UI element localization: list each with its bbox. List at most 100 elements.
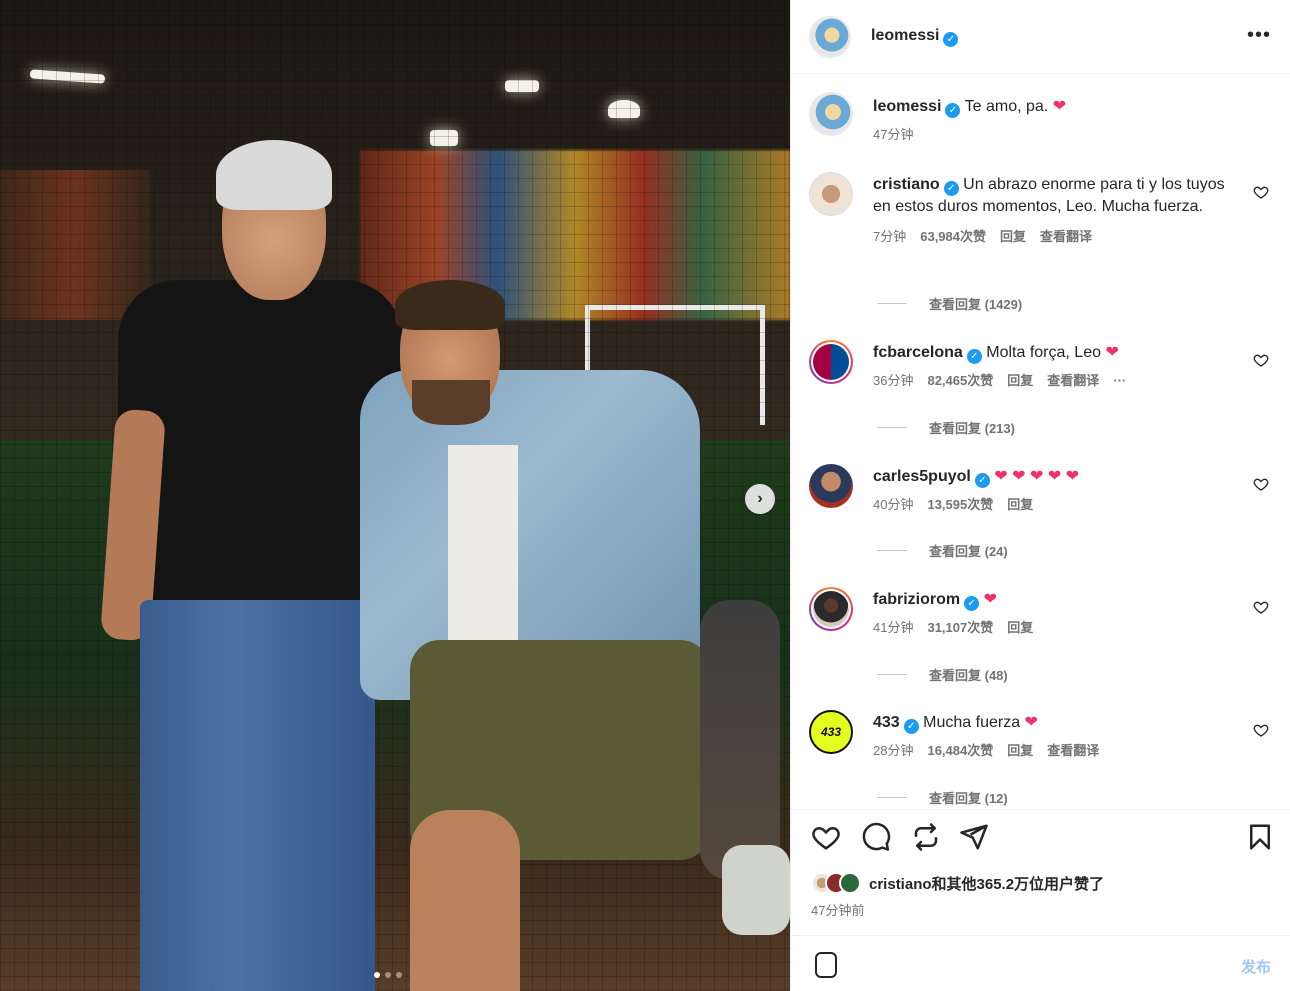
add-comment-bar: 发布 bbox=[791, 935, 1290, 991]
repost-icon[interactable] bbox=[911, 822, 941, 852]
comment-time: 36分钟 bbox=[873, 373, 914, 388]
carousel-dot-active bbox=[374, 972, 380, 978]
man-right-tattooed-leg bbox=[700, 600, 780, 880]
red-heart-emoji: ❤ bbox=[1105, 344, 1119, 361]
man-right-hair bbox=[395, 280, 505, 330]
caption-avatar[interactable] bbox=[809, 92, 853, 136]
comment-text: Molta força, Leo bbox=[986, 344, 1101, 361]
post-actions: cristiano和其他365.2万位用户赞了 47分钟前 bbox=[791, 809, 1290, 929]
red-heart-emoji: ❤ bbox=[983, 591, 997, 608]
view-replies-label: 查看回复 (213) bbox=[929, 421, 1015, 436]
comment-more-button[interactable]: ··· bbox=[1113, 370, 1126, 392]
verified-badge-icon: ✓ bbox=[966, 349, 982, 364]
comment-like-count[interactable]: 16,484次赞 bbox=[927, 740, 993, 762]
commenter-username[interactable]: fabriziorom bbox=[873, 591, 960, 608]
fcb-crest-icon bbox=[813, 344, 849, 380]
commenter-avatar[interactable] bbox=[809, 587, 853, 631]
comment-time: 40分钟 bbox=[873, 497, 914, 512]
author-avatar[interactable] bbox=[809, 16, 851, 58]
heart-outline-icon[interactable] bbox=[1253, 352, 1269, 368]
man-right-leg bbox=[410, 810, 520, 991]
comment-input[interactable] bbox=[853, 948, 1213, 978]
comments-list[interactable]: leomessi ✓ Te amo, pa. ❤ 47分钟 cristiano ✓ … bbox=[791, 74, 1290, 809]
commenter-avatar[interactable]: 433 bbox=[809, 710, 853, 754]
reply-button[interactable]: 回复 bbox=[1007, 617, 1033, 639]
comment-time: 28分钟 bbox=[873, 743, 914, 758]
paper-plane-icon[interactable] bbox=[959, 822, 989, 852]
caption-time: 47分钟 bbox=[873, 127, 914, 142]
commenter-username[interactable]: fcbarcelona bbox=[873, 344, 963, 361]
commenter-avatar[interactable] bbox=[809, 464, 853, 508]
view-replies-button[interactable]: 查看回复 (24) bbox=[877, 541, 1008, 560]
post-time: 47分钟前 bbox=[811, 903, 865, 918]
view-replies-button[interactable]: 查看回复 (213) bbox=[877, 418, 1015, 437]
reply-button[interactable]: 回复 bbox=[1007, 494, 1033, 516]
comment-time: 41分钟 bbox=[873, 620, 914, 635]
verified-badge-icon: ✓ bbox=[974, 473, 990, 488]
avatar-logo-text: 433 bbox=[820, 725, 842, 739]
post-comment-button[interactable]: 发布 bbox=[1241, 956, 1271, 977]
man-right-shoe bbox=[722, 845, 790, 935]
verified-badge-icon: ✓ bbox=[903, 719, 919, 734]
heart-outline-icon[interactable] bbox=[1253, 184, 1269, 200]
verified-badge-icon: ✓ bbox=[943, 32, 959, 47]
man-left-hair bbox=[216, 140, 332, 210]
comment-like-count[interactable]: 13,595次赞 bbox=[927, 494, 993, 516]
comment-text: Mucha fuerza bbox=[923, 714, 1021, 731]
commenter-username[interactable]: 433 bbox=[873, 714, 900, 731]
liker-avatar bbox=[839, 872, 861, 894]
man-left-jeans bbox=[140, 600, 375, 991]
view-replies-button[interactable]: 查看回复 (1429) bbox=[877, 294, 1022, 313]
speech-bubble-icon[interactable] bbox=[861, 822, 891, 852]
commenter-username[interactable]: carles5puyol bbox=[873, 468, 971, 485]
commenter-avatar[interactable] bbox=[809, 172, 853, 216]
commenter-username[interactable]: cristiano bbox=[873, 176, 940, 193]
reply-button[interactable]: 回复 bbox=[1000, 226, 1026, 248]
heart-outline-icon[interactable] bbox=[1253, 476, 1269, 492]
heart-outline-icon[interactable] bbox=[1253, 599, 1269, 615]
author-username[interactable]: leomessi bbox=[871, 27, 939, 44]
emoji-picker-icon[interactable] bbox=[815, 952, 837, 978]
man-right-beard bbox=[412, 380, 490, 425]
post-side-panel: leomessi ✓ ••• leomessi ✓ Te amo, pa. ❤ 47… bbox=[790, 0, 1290, 991]
heart-outline-icon[interactable] bbox=[811, 822, 841, 852]
reply-button[interactable]: 回复 bbox=[1007, 370, 1033, 392]
author-name-row: leomessi ✓ bbox=[871, 27, 959, 47]
next-slide-button[interactable]: › bbox=[745, 484, 775, 514]
comment-like-count[interactable]: 63,984次赞 bbox=[920, 226, 986, 248]
verified-badge-icon: ✓ bbox=[945, 103, 961, 118]
verified-badge-icon: ✓ bbox=[964, 596, 980, 611]
man-right-tshirt bbox=[448, 445, 518, 645]
comment-like-count[interactable]: 82,465次赞 bbox=[927, 370, 993, 392]
ellipsis-icon[interactable]: ••• bbox=[1247, 24, 1271, 47]
red-heart-emojis: ❤ ❤ ❤ ❤ ❤ bbox=[994, 468, 1080, 485]
view-replies-label: 查看回复 (12) bbox=[929, 791, 1008, 806]
see-translation-button[interactable]: 查看翻译 bbox=[1047, 370, 1099, 392]
verified-badge-icon: ✓ bbox=[943, 181, 959, 196]
post-media[interactable]: › bbox=[0, 0, 790, 991]
view-replies-button[interactable]: 查看回复 (48) bbox=[877, 665, 1008, 684]
chevron-right-icon: › bbox=[757, 490, 763, 507]
caption-text: Te amo, pa. bbox=[964, 98, 1049, 115]
view-replies-label: 查看回复 (24) bbox=[929, 544, 1008, 559]
red-heart-emoji: ❤ bbox=[1052, 98, 1067, 115]
view-replies-label: 查看回复 (1429) bbox=[929, 297, 1023, 312]
bookmark-icon[interactable] bbox=[1245, 822, 1275, 852]
reply-button[interactable]: 回复 bbox=[1007, 740, 1033, 762]
see-translation-button[interactable]: 查看翻译 bbox=[1040, 226, 1092, 248]
caption-username[interactable]: leomessi bbox=[873, 98, 941, 115]
carousel-dots bbox=[374, 972, 402, 978]
heart-outline-icon[interactable] bbox=[1253, 722, 1269, 738]
view-replies-label: 查看回复 (48) bbox=[929, 668, 1008, 683]
comment-time: 7分钟 bbox=[873, 229, 907, 244]
comment-like-count[interactable]: 31,107次赞 bbox=[927, 617, 993, 639]
likes-summary-text: cristiano和其他365.2万位用户赞了 bbox=[869, 875, 1105, 893]
likes-summary[interactable]: cristiano和其他365.2万位用户赞了 bbox=[811, 872, 1104, 894]
view-replies-button[interactable]: 查看回复 (12) bbox=[877, 788, 1008, 807]
see-translation-button[interactable]: 查看翻译 bbox=[1047, 740, 1099, 762]
commenter-avatar[interactable] bbox=[809, 340, 853, 384]
carousel-dot bbox=[385, 972, 391, 978]
red-heart-emoji: ❤ bbox=[1024, 714, 1038, 731]
post-header: leomessi ✓ ••• bbox=[791, 0, 1290, 74]
carousel-dot bbox=[396, 972, 402, 978]
